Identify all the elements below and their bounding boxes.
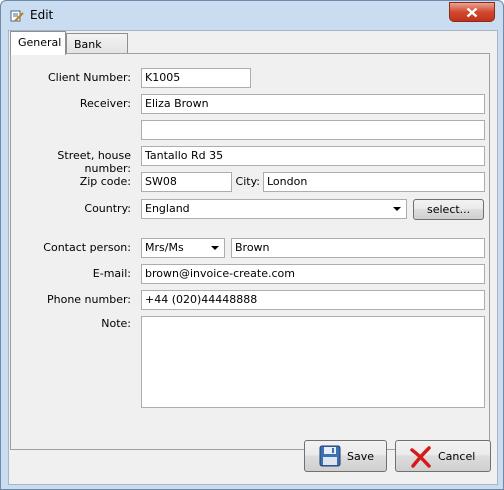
tab-general-label: General [18,36,62,49]
app-edit-icon [10,9,24,23]
contact-person-field[interactable]: Brown [231,238,485,258]
country-dropdown[interactable]: England [141,199,407,219]
select-country-label: select... [427,203,471,216]
title-bar[interactable]: Edit [1,1,503,29]
country-label: Country: [84,202,131,215]
chevron-down-icon [211,246,219,250]
phone-number-field[interactable]: +44 (020)44448888 [141,290,485,310]
save-label: Save [347,450,375,463]
edit-window: Edit General Bank data Client Number: K1… [0,0,504,490]
zip-code-field[interactable]: SW08 [141,172,232,192]
tab-general[interactable]: General [10,31,66,55]
note-textarea[interactable] [141,316,485,408]
receiver-field-2[interactable] [141,120,485,140]
receiver-field[interactable]: Eliza Brown [141,94,485,114]
street-field[interactable]: Tantallo Rd 35 [141,146,485,166]
street-label: Street, house number: [57,149,131,175]
salutation-value: Mrs/Ms [145,241,184,254]
country-dropdown-value: England [145,202,190,215]
salutation-dropdown[interactable]: Mrs/Ms [141,238,225,258]
email-label: E-mail: [92,267,131,280]
save-button[interactable]: Save [304,440,387,472]
cancel-button[interactable]: Cancel [395,440,491,472]
chevron-down-icon [393,207,401,211]
client-number-label: Client Number: [47,71,131,84]
city-field[interactable]: London [263,172,485,192]
red-x-icon [410,446,431,468]
cancel-label: Cancel [438,450,476,463]
client-number-field[interactable]: K1005 [141,68,251,88]
phone-number-label: Phone number: [46,293,131,306]
note-label: Note: [101,317,131,330]
floppy-disk-icon [319,445,341,467]
zip-code-label: Zip code: [79,175,131,188]
close-x-icon [466,7,478,18]
dialog-body: General Bank data Client Number: K1005 R… [8,30,498,485]
receiver-label: Receiver: [79,97,131,110]
contact-person-label: Contact person: [43,241,131,254]
city-label: City: [235,175,260,188]
close-button[interactable] [449,2,495,22]
tab-bank-data[interactable]: Bank data [66,33,128,64]
email-field[interactable]: brown@invoice-create.com [141,264,485,284]
general-panel: Client Number: K1005 Receiver: Eliza Bro… [10,53,490,450]
select-country-button[interactable]: select... [413,199,484,220]
window-title: Edit [30,8,54,22]
